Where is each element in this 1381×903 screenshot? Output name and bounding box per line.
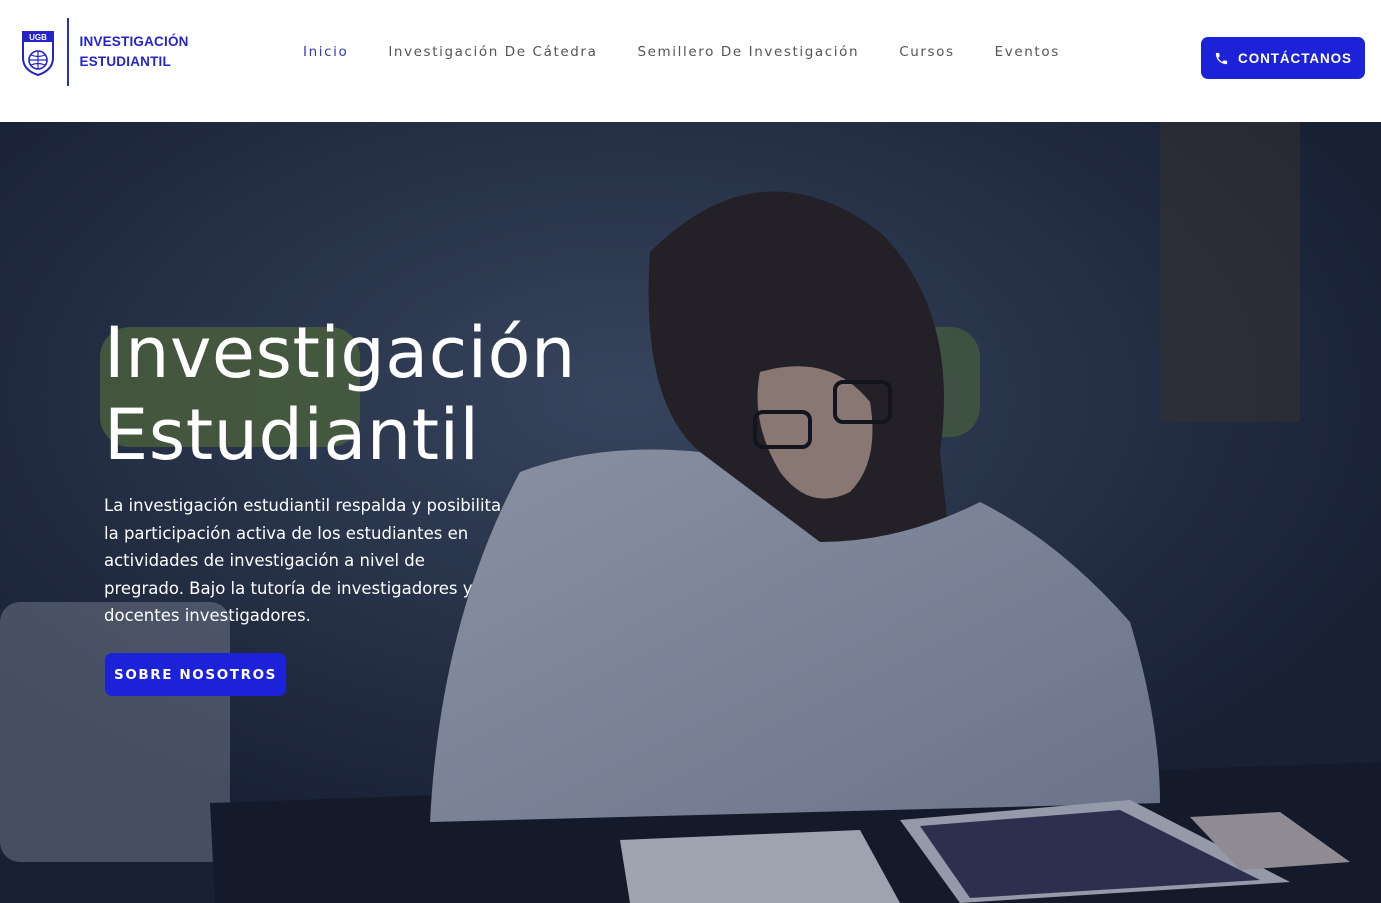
contact-button-label: CONTÁCTANOS	[1238, 50, 1352, 66]
nav-item-cursos[interactable]: Cursos	[899, 44, 954, 60]
site-logo[interactable]: UGB INVESTIGACIÓN ESTUDIANTIL	[20, 18, 189, 86]
logo-line-1: INVESTIGACIÓN	[79, 34, 189, 49]
hero-title-line-2: Estudiantil	[104, 394, 480, 476]
logo-divider	[67, 18, 69, 86]
logo-badge-text: UGB	[29, 33, 47, 42]
logo-line-2: ESTUDIANTIL	[79, 54, 171, 69]
university-shield-icon: UGB	[20, 28, 56, 77]
phone-icon	[1215, 52, 1228, 64]
hero-section: Investigación Estudiantil La investigaci…	[0, 122, 1381, 903]
hero-description: La investigación estudiantil respalda y …	[104, 496, 502, 625]
logo-text: INVESTIGACIÓN ESTUDIANTIL	[80, 32, 189, 72]
hero-title: Investigación Estudiantil	[104, 312, 576, 476]
hero-title-line-1: Investigación	[104, 312, 576, 394]
nav-item-investigacion-de-catedra[interactable]: Investigación De Cátedra	[388, 44, 597, 60]
nav-item-eventos[interactable]: Eventos	[995, 44, 1060, 60]
main-nav: Inicio Investigación De Cátedra Semiller…	[303, 44, 1100, 60]
contact-button[interactable]: CONTÁCTANOS	[1201, 37, 1365, 79]
nav-item-inicio[interactable]: Inicio	[303, 44, 348, 60]
about-us-button[interactable]: SOBRE NOSOTROS	[105, 653, 286, 696]
site-header: UGB INVESTIGACIÓN ESTUDIANTIL Inicio Inv…	[0, 0, 1381, 122]
nav-item-semillero-de-investigacion[interactable]: Semillero De Investigación	[637, 44, 859, 60]
